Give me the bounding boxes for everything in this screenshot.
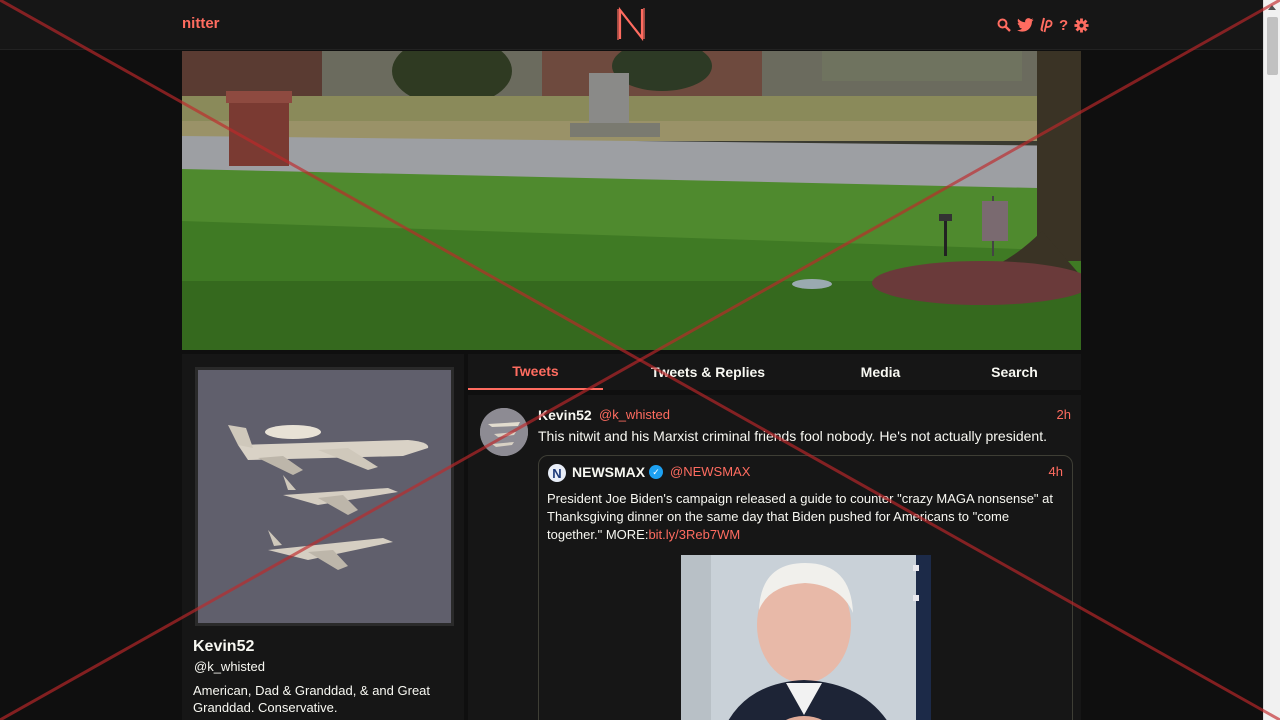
banner-image — [182, 51, 1081, 350]
tweet-avatar-image — [480, 408, 528, 456]
timeline: Tweets Tweets & Replies Media Search Kev… — [468, 354, 1081, 720]
verified-icon: ✓ — [649, 465, 663, 479]
tweet-item[interactable]: Kevin52 @k_whisted 2h This nitwit and hi… — [468, 395, 1081, 720]
tab-search[interactable]: Search — [948, 354, 1081, 390]
tab-tweets-replies[interactable]: Tweets & Replies — [603, 354, 813, 390]
brand-link[interactable]: nitter — [182, 15, 220, 32]
help-icon[interactable]: ? — [1059, 16, 1068, 34]
quote-date[interactable]: 4h — [1049, 464, 1063, 479]
tab-bar: Tweets Tweets & Replies Media Search — [468, 354, 1081, 390]
tab-tweets[interactable]: Tweets — [468, 354, 603, 390]
tab-media[interactable]: Media — [813, 354, 948, 390]
tweet-username[interactable]: @k_whisted — [599, 407, 670, 422]
page-scrollbar[interactable] — [1263, 0, 1280, 720]
scrollbar-thumb[interactable] — [1267, 17, 1278, 75]
tweet-avatar[interactable] — [480, 408, 528, 456]
quote-fullname[interactable]: NEWSMAX — [572, 464, 645, 480]
profile-card: Kevin52 @k_whisted American, Dad & Grand… — [182, 354, 464, 720]
profile-avatar[interactable] — [195, 367, 454, 626]
avatar-jets-image — [198, 370, 451, 623]
gear-icon[interactable] — [1074, 16, 1089, 34]
liberapay-icon[interactable] — [1040, 16, 1053, 34]
scroll-up-arrow-icon[interactable] — [1268, 5, 1276, 10]
quote-text-body: President Joe Biden's campaign released … — [547, 491, 1054, 542]
quote-username[interactable]: @NEWSMAX — [670, 464, 750, 479]
profile-banner[interactable] — [182, 51, 1081, 350]
quote-tweet[interactable]: N NEWSMAX ✓ @NEWSMAX 4h President Joe Bi… — [538, 455, 1073, 720]
twitter-bird-icon[interactable] — [1017, 16, 1034, 34]
tweet-text: This nitwit and his Marxist criminal fri… — [538, 428, 1047, 444]
search-icon[interactable] — [997, 16, 1011, 34]
quote-text: President Joe Biden's campaign released … — [547, 490, 1062, 544]
navbar: nitter ? — [0, 0, 1263, 50]
profile-username[interactable]: @k_whisted — [194, 659, 265, 674]
quote-media[interactable] — [681, 555, 931, 720]
quote-link[interactable]: bit.ly/3Reb7WM — [648, 527, 740, 542]
nav-icons: ? — [997, 16, 1089, 34]
quote-media-image — [681, 555, 931, 720]
quote-avatar[interactable]: N — [548, 464, 566, 482]
tweet-fullname[interactable]: Kevin52 — [538, 407, 592, 423]
profile-fullname[interactable]: Kevin52 — [193, 638, 254, 656]
profile-bio: American, Dad & Granddad, & and Great Gr… — [193, 683, 431, 715]
tweet-date[interactable]: 2h — [1057, 407, 1071, 422]
nitter-logo-icon[interactable] — [617, 7, 645, 41]
